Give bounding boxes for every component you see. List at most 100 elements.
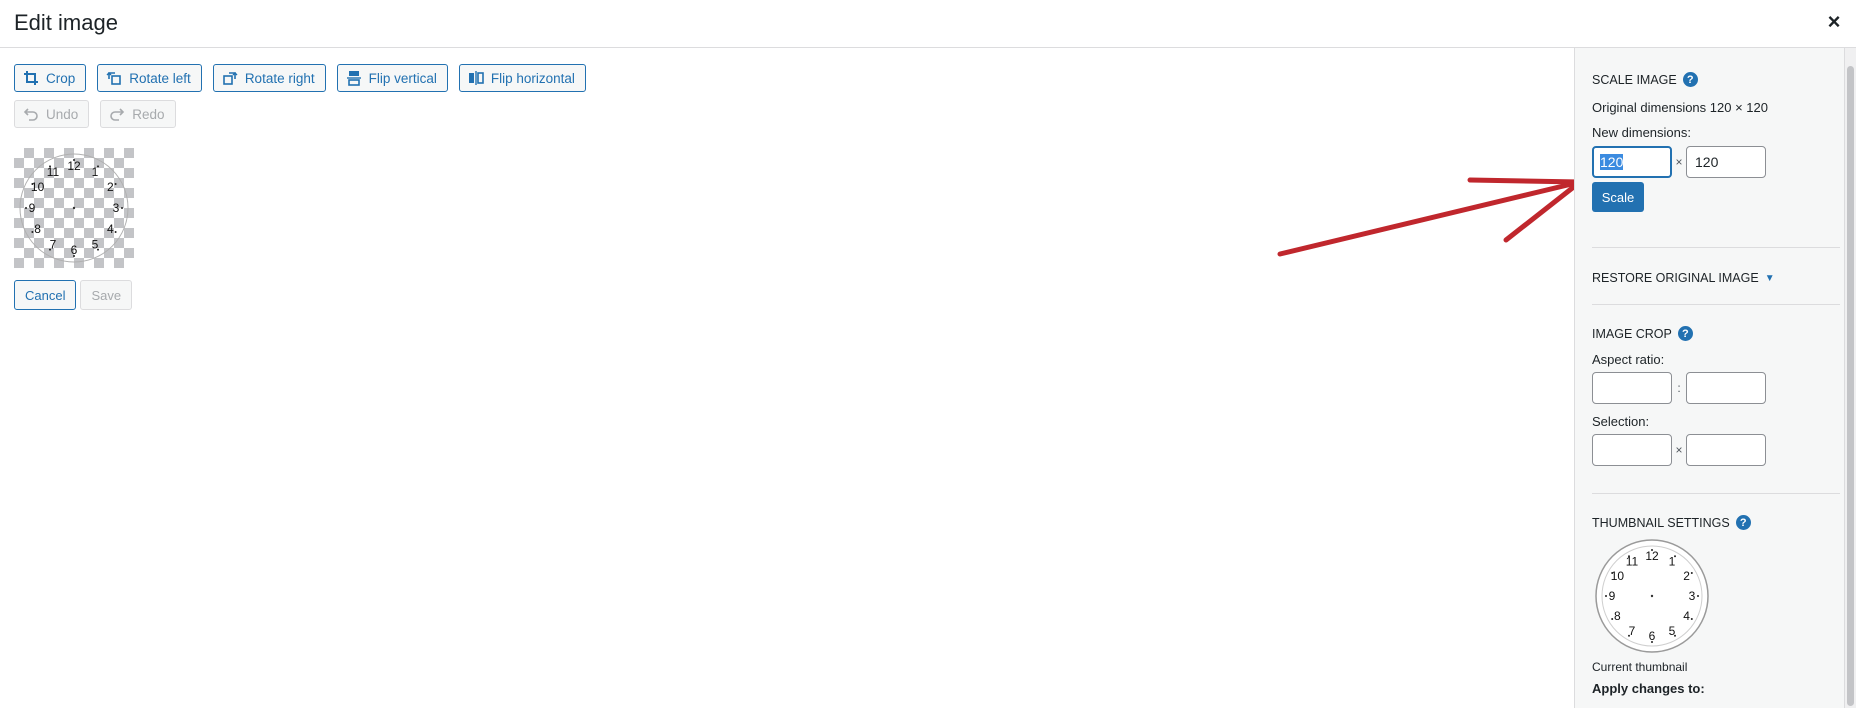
thumbnail-section: Thumbnail Settings ? 12 1 2 3 4 5 6 7 8 9 10 11 Cur… (1592, 515, 1824, 696)
flip-horizontal-icon (468, 71, 484, 85)
clock-numeral: 9 (29, 201, 36, 215)
clock-image: 12 1234567891011 (19, 153, 129, 263)
clock-numeral: 8 (1614, 609, 1621, 623)
rotate-right-icon (223, 72, 238, 85)
clock-tick (1611, 572, 1614, 574)
image-preview[interactable]: 12 1 2 3 4 5 6 7 8 9 10 11 (14, 148, 134, 268)
clock-tick (1651, 549, 1653, 551)
selection-separator: × (1675, 443, 1683, 457)
redo-icon (110, 108, 125, 121)
clock-numeral: 4 (107, 222, 114, 236)
rotate-left-icon (106, 72, 122, 85)
scale-image-section: Scale Image ? Original dimensions 120 × … (1592, 72, 1824, 212)
save-button[interactable]: Save (80, 280, 133, 310)
rotate-right-button[interactable]: Rotate right (212, 64, 326, 92)
flip-vertical-icon (346, 71, 361, 86)
undo-button[interactable]: Undo (14, 100, 90, 128)
clock-tick (49, 248, 51, 251)
thumbnail-heading: Thumbnail Settings ? (1592, 515, 1824, 530)
image-toolbar: Crop Rotate left Rotate right Flip verti… (14, 64, 586, 92)
ratio-separator: : (1677, 381, 1681, 395)
clock-numeral: 4 (1683, 609, 1690, 623)
selection-height-input[interactable] (1686, 434, 1766, 466)
selection-width-input[interactable] (1592, 434, 1672, 466)
scale-height-input[interactable]: 120 (1686, 146, 1766, 178)
rotate-right-label: Rotate right (244, 70, 315, 86)
crop-button[interactable]: Crop (14, 64, 87, 92)
new-dimensions-label: New dimensions: (1592, 125, 1691, 140)
restore-title: Restore original image (1592, 271, 1759, 285)
selection-label: Selection: (1592, 414, 1650, 429)
current-thumbnail-label: Current thumbnail (1592, 660, 1688, 674)
thumbnail-help-icon[interactable]: ? (1735, 515, 1751, 530)
aspect-ratio-width-input[interactable] (1592, 372, 1672, 404)
clock-numeral: 9 (1609, 589, 1616, 603)
clock-numeral: 10 (31, 180, 45, 194)
clock-tick (25, 207, 27, 209)
clock-tick (49, 165, 51, 168)
original-dimensions: Original dimensions 120 × 120 (1592, 100, 1768, 115)
clock-tick (97, 248, 99, 251)
image-crop-title: Image Crop (1592, 326, 1672, 341)
clock-tick (73, 159, 75, 161)
divider (1592, 304, 1840, 305)
rotate-left-button[interactable]: Rotate left (97, 64, 202, 92)
clock-numeral: 10 (1611, 569, 1625, 583)
image-crop-heading: Image Crop ? (1592, 326, 1824, 341)
sidebar-scrollbar[interactable] (1844, 48, 1856, 708)
undo-label: Undo (46, 106, 79, 122)
current-thumbnail-image: 12 1234567891011 (1595, 539, 1709, 653)
clock-tick (1611, 618, 1614, 620)
modal-header: Edit image × (0, 0, 1856, 48)
undo-icon (23, 108, 38, 121)
clock-tick (31, 183, 34, 185)
divider (1592, 247, 1840, 248)
flip-vertical-label: Flip vertical (368, 70, 437, 86)
redo-button[interactable]: Redo (100, 100, 176, 128)
cancel-button[interactable]: Cancel (14, 280, 77, 310)
clock-tick (1605, 595, 1607, 597)
crop-help-icon[interactable]: ? (1677, 326, 1693, 341)
clock-tick (1674, 555, 1676, 558)
crop-button-label: Crop (46, 70, 76, 86)
clock-tick (114, 183, 117, 185)
clock-numeral: 2 (1683, 569, 1690, 583)
clock-numeral: 3 (113, 201, 120, 215)
scale-help-icon[interactable]: ? (1682, 72, 1698, 87)
scale-height-value: 120 (1695, 154, 1719, 170)
divider (1592, 493, 1840, 494)
clock-tick (31, 231, 34, 233)
scale-image-title: Scale Image (1592, 72, 1677, 87)
restore-heading[interactable]: Restore original image ▼ (1592, 271, 1824, 285)
scale-button[interactable]: Scale (1592, 182, 1644, 212)
scrollbar-thumb[interactable] (1847, 66, 1854, 706)
clock-tick (1651, 641, 1653, 643)
aspect-ratio-label: Aspect ratio: (1592, 352, 1665, 367)
clock-numeral: 11 (47, 165, 60, 179)
clock-numeral: 11 (1626, 555, 1639, 569)
flip-vertical-button[interactable]: Flip vertical (336, 64, 448, 92)
clock-tick (1628, 555, 1630, 558)
clock-tick (97, 165, 99, 168)
aspect-ratio-height-input[interactable] (1686, 372, 1766, 404)
scale-times-sign: × (1675, 155, 1683, 169)
flip-horizontal-label: Flip horizontal (490, 70, 575, 86)
rotate-left-label: Rotate left (129, 70, 191, 86)
annotation-arrow (1277, 177, 1583, 257)
clock-tick (121, 207, 123, 209)
restore-section[interactable]: Restore original image ▼ (1592, 271, 1824, 285)
clock-tick (1690, 618, 1693, 620)
clock-numeral: 8 (34, 222, 41, 236)
apply-changes-label: Apply changes to: (1592, 681, 1705, 696)
modal-title: Edit image (14, 10, 118, 35)
redo-label: Redo (132, 106, 165, 122)
close-icon[interactable]: × (1822, 10, 1846, 34)
scale-width-input[interactable]: 120 (1592, 146, 1672, 178)
scale-width-value: 120 (1600, 154, 1624, 170)
flip-horizontal-button[interactable]: Flip horizontal (458, 64, 586, 92)
scale-image-heading: Scale Image ? (1592, 72, 1824, 87)
clock-tick (1697, 595, 1699, 597)
crop-icon (24, 71, 38, 85)
clock-tick (1674, 634, 1676, 637)
clock-numeral: 12 (67, 159, 81, 173)
